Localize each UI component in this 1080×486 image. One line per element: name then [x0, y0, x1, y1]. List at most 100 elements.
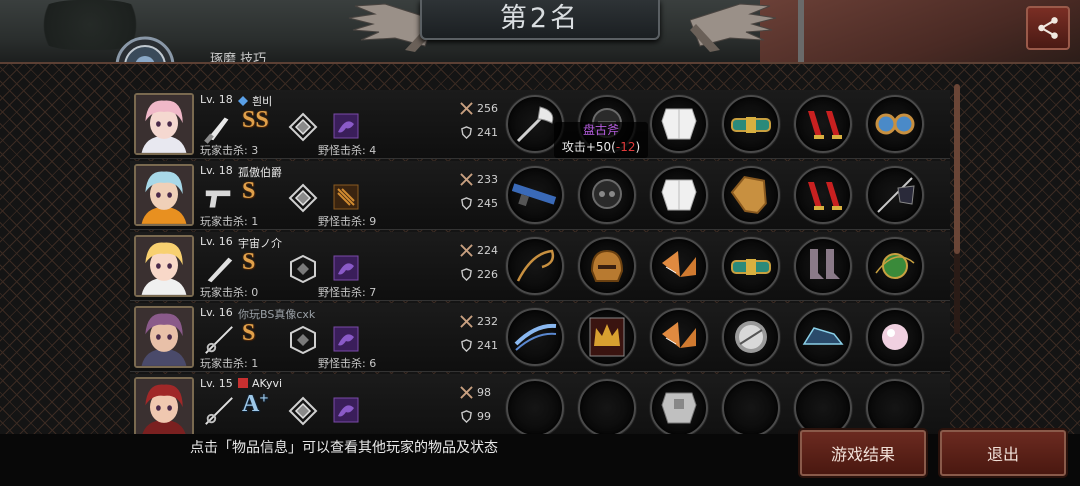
monster-kills: 野怪击杀: 7 — [318, 286, 377, 299]
exit-button[interactable]: 退出 — [940, 430, 1066, 476]
monster-icon — [332, 112, 360, 140]
item-slot[interactable] — [506, 379, 564, 436]
monster-icon — [332, 325, 360, 353]
item-slot[interactable] — [506, 237, 564, 295]
attack-stat: 233 — [460, 173, 498, 186]
player-kills: 玩家击杀: 1 — [200, 215, 259, 228]
blade-icon — [514, 323, 557, 351]
player-row[interactable]: Lv. 15 AKyvi A+ 98 99 — [130, 374, 950, 436]
player-name[interactable]: AKyvi — [238, 377, 282, 390]
avatar — [136, 95, 192, 153]
red-heels-icon — [808, 111, 842, 139]
item-slot[interactable] — [506, 308, 564, 366]
item-slot[interactable] — [650, 95, 708, 153]
attack-value: 232 — [477, 315, 498, 328]
avatar — [136, 237, 192, 295]
item-slot[interactable] — [506, 166, 564, 224]
boots-icon — [810, 249, 840, 279]
item-slot[interactable] — [794, 379, 852, 436]
wing-right-decoration — [689, 0, 780, 56]
player-kills: 玩家击杀: 1 — [200, 357, 259, 370]
emblem-label: 琢磨 技巧 — [210, 52, 267, 62]
plate-armor-icon — [661, 392, 697, 424]
scale-armor-icon — [662, 251, 696, 277]
attack-value: 98 — [477, 386, 491, 399]
monster-kills: 野怪击杀: 6 — [318, 357, 377, 370]
item-tooltip: 盘古斧 攻击+50(-12) — [554, 122, 648, 158]
scrollbar[interactable] — [954, 84, 960, 334]
bat-icon — [202, 252, 236, 286]
item-slot[interactable] — [794, 308, 852, 366]
attack-stat: 98 — [460, 386, 491, 399]
attack-value: 256 — [477, 102, 498, 115]
item-slot[interactable] — [794, 166, 852, 224]
item-slot[interactable] — [650, 166, 708, 224]
defense-icon — [461, 410, 472, 423]
item-slot[interactable] — [866, 95, 924, 153]
player-grade: S — [242, 177, 255, 205]
item-slot[interactable] — [866, 379, 924, 436]
player-row[interactable]: Lv. 18 흰비 SS 玩家击杀: 3 野怪击杀: 4 256 241 — [130, 90, 950, 159]
player-row[interactable]: Lv. 16 宇宙ノ介 S 玩家击杀: 0 野怪击杀: 7 224 226 — [130, 232, 950, 301]
item-slot[interactable] — [794, 95, 852, 153]
player-panel: Lv. 18 흰비 SS 玩家击杀: 3 野怪击杀: 4 256 241 Lv. 18 孤傲伯爵… — [0, 62, 1080, 436]
item-slot[interactable] — [794, 237, 852, 295]
share-button[interactable] — [1026, 6, 1070, 50]
item-slot[interactable] — [722, 237, 780, 295]
tooltip-item-name: 盘古斧 — [582, 123, 619, 137]
item-slot[interactable] — [722, 308, 780, 366]
monster-icon — [332, 183, 360, 211]
attack-stat: 256 — [460, 102, 498, 115]
background-pole — [798, 0, 804, 66]
item-slot[interactable] — [578, 379, 636, 436]
attack-icon — [460, 315, 473, 328]
defense-icon — [461, 197, 472, 210]
item-slot[interactable] — [722, 95, 780, 153]
player-row[interactable]: Lv. 16 你玩BS真像cxk S 玩家击杀: 1 野怪击杀: 6 232 241 — [130, 303, 950, 372]
player-portrait[interactable] — [134, 164, 194, 226]
skull-helmet-icon — [592, 179, 622, 209]
item-slot[interactable] — [866, 166, 924, 224]
player-level: Lv. 16 — [200, 306, 233, 319]
player-portrait[interactable] — [134, 306, 194, 368]
grade-letter: S — [242, 178, 256, 204]
rapier-icon — [202, 394, 236, 428]
scale-armor-icon — [662, 322, 696, 348]
grade-plus: + — [259, 390, 269, 407]
item-slot[interactable] — [866, 308, 924, 366]
item-slot[interactable] — [866, 237, 924, 295]
sneaker-icon — [802, 327, 844, 345]
item-slot[interactable] — [650, 237, 708, 295]
player-portrait[interactable] — [134, 93, 194, 155]
rank-icon — [288, 112, 318, 142]
tooltip-stat-close: ) — [635, 140, 641, 154]
grade-letter: SS — [242, 107, 269, 133]
item-slot[interactable] — [578, 166, 636, 224]
attack-icon — [460, 244, 473, 257]
item-slot[interactable] — [650, 308, 708, 366]
item-slot[interactable] — [578, 308, 636, 366]
attack-icon — [460, 173, 473, 186]
player-portrait[interactable] — [134, 377, 194, 436]
crown-icon — [589, 317, 625, 357]
player-row[interactable]: Lv. 18 孤傲伯爵 S 玩家击杀: 1 野怪击杀: 9 233 245 — [130, 161, 950, 230]
item-slot[interactable] — [722, 379, 780, 436]
game-result-button[interactable]: 游戏结果 — [800, 430, 926, 476]
axe-icon — [516, 106, 554, 143]
rank-title: 第2名 — [499, 3, 581, 34]
grade-letter: S — [242, 320, 256, 346]
flag-icon — [877, 177, 915, 213]
player-list[interactable]: Lv. 18 흰비 SS 玩家击杀: 3 野怪击杀: 4 256 241 Lv. 18 孤傲伯爵… — [130, 90, 950, 436]
player-name-text: AKyvi — [252, 377, 283, 390]
item-slot[interactable] — [722, 166, 780, 224]
gold-helmet-icon — [590, 249, 624, 282]
item-slot[interactable] — [650, 379, 708, 436]
attack-value: 233 — [477, 173, 498, 186]
green-orb-icon — [875, 253, 915, 279]
defense-value: 226 — [477, 268, 498, 281]
player-portrait[interactable] — [134, 235, 194, 297]
avatar — [136, 379, 192, 436]
scrollbar-thumb[interactable] — [954, 84, 960, 254]
goggles-icon — [875, 113, 915, 135]
item-slot[interactable] — [578, 237, 636, 295]
